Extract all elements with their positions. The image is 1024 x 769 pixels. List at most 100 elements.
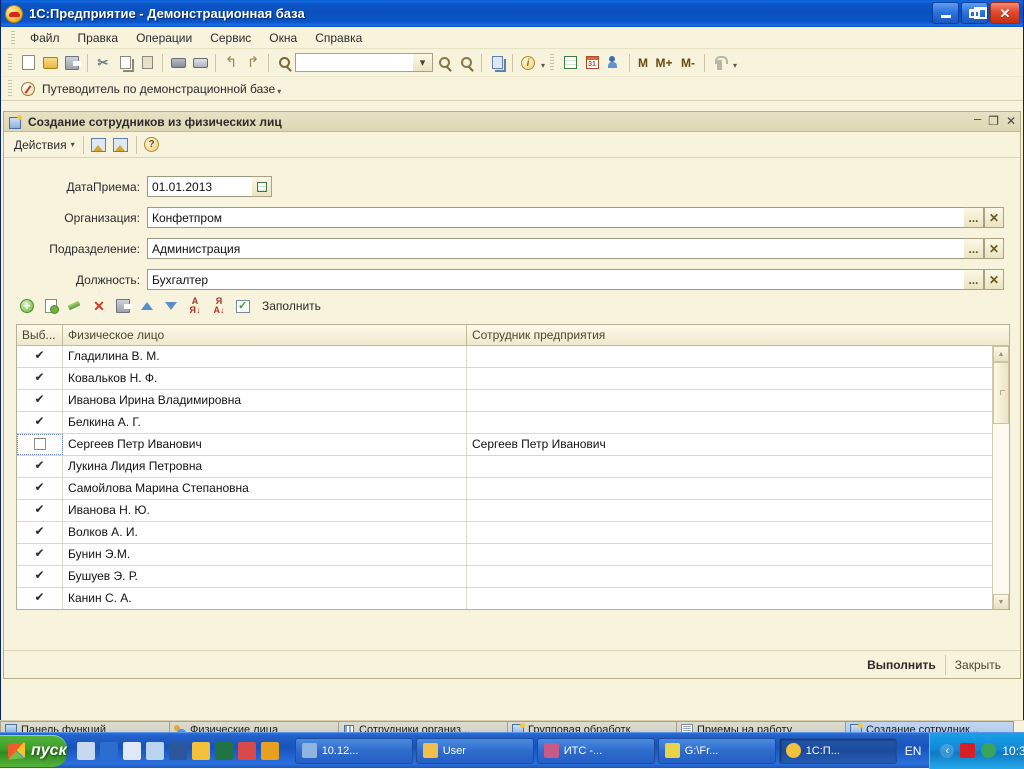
cell-person[interactable]: Иванова Ирина Владимировна [63, 390, 467, 411]
copy-row-icon[interactable] [40, 295, 62, 317]
guide-label[interactable]: Путеводитель по демонстрационной базе [42, 82, 275, 96]
menu-edit[interactable]: Правка [69, 29, 128, 47]
search-input[interactable] [295, 53, 413, 72]
compass-icon[interactable] [17, 78, 39, 100]
scrollbar-thumb[interactable] [993, 362, 1009, 424]
kaspersky-icon[interactable] [960, 743, 975, 758]
info-dropdown-caret[interactable]: ▾ [541, 61, 545, 70]
start-button[interactable]: пуск [0, 735, 67, 767]
actions-menu-button[interactable]: Действия ▾ [10, 136, 79, 154]
cell-person[interactable]: Самойлова Марина Степановна [63, 478, 467, 499]
wrench-icon[interactable] [709, 52, 731, 74]
maximize-restore-button[interactable] [961, 2, 988, 24]
undo-icon[interactable]: ↰ [220, 52, 242, 74]
taskbar-task[interactable]: 1С:П... [779, 738, 897, 764]
sort-desc-icon[interactable]: ЯА↓ [208, 295, 230, 317]
cell-employee[interactable] [467, 456, 992, 477]
table-row[interactable]: ✔Иванова Н. Ю. [17, 500, 992, 522]
copy-icon[interactable] [114, 52, 136, 74]
row-select-checkbox[interactable]: ✔ [17, 544, 63, 565]
position-select-button[interactable]: ... [964, 269, 984, 290]
export-icon[interactable] [110, 134, 132, 156]
execute-button[interactable]: Выполнить [858, 655, 945, 675]
organization-select-button[interactable]: ... [964, 207, 984, 228]
toolbar-grip[interactable] [8, 54, 12, 72]
language-indicator[interactable]: EN [897, 744, 930, 758]
windows-icon[interactable] [486, 52, 508, 74]
quicklaunch-desktop-icon[interactable] [77, 742, 95, 760]
menu-windows[interactable]: Окна [260, 29, 306, 47]
tray-clock[interactable]: 10:35 [1002, 744, 1024, 758]
calendar-icon[interactable]: 31 [581, 52, 603, 74]
cell-employee[interactable] [467, 544, 992, 565]
quicklaunch-word-icon[interactable] [169, 742, 187, 760]
cell-person[interactable]: Белкина А. Г. [63, 412, 467, 433]
memory-m-button[interactable]: M [634, 52, 652, 74]
cell-employee[interactable]: Сергеев Петр Иванович [467, 434, 992, 455]
mdi-restore-button[interactable]: ❐ [988, 113, 999, 129]
quicklaunch-excel-icon[interactable] [215, 742, 233, 760]
search-icon[interactable] [273, 52, 295, 74]
quicklaunch-paint-icon[interactable] [146, 742, 164, 760]
taskbar-task[interactable]: User [416, 738, 534, 764]
table-row[interactable]: ✔Самойлова Марина Степановна [17, 478, 992, 500]
info-icon[interactable]: i [517, 52, 539, 74]
row-select-checkbox[interactable]: ✔ [17, 412, 63, 433]
cell-person[interactable]: Сергеев Петр Иванович [63, 434, 467, 455]
grid-vertical-scrollbar[interactable]: ▲ ▼ [992, 346, 1009, 610]
redo-icon[interactable]: ↱ [242, 52, 264, 74]
department-clear-button[interactable]: ✕ [984, 238, 1004, 259]
cell-employee[interactable] [467, 478, 992, 499]
grid-header-employee[interactable]: Сотрудник предприятия [467, 325, 992, 345]
cell-employee[interactable] [467, 412, 992, 433]
find-prev-icon[interactable] [455, 52, 477, 74]
table-row[interactable]: ✔Гладилина В. М. [17, 346, 992, 368]
menu-grip[interactable] [11, 31, 15, 45]
toolbar-grip[interactable] [550, 54, 554, 72]
edit-icon[interactable] [64, 295, 86, 317]
cell-person[interactable]: Иванова Н. Ю. [63, 500, 467, 521]
table-row[interactable]: ✔Бунин Э.М. [17, 544, 992, 566]
import-icon[interactable] [88, 134, 110, 156]
row-select-checkbox[interactable] [17, 434, 63, 455]
taskbar-task[interactable]: G:\Fr... [658, 738, 776, 764]
cell-employee[interactable] [467, 588, 992, 609]
memory-plus-button[interactable]: M+ [652, 52, 676, 74]
add-icon[interactable]: + [16, 295, 38, 317]
wrench-dropdown-caret[interactable]: ▾ [733, 61, 737, 70]
new-icon[interactable] [17, 52, 39, 74]
row-select-checkbox[interactable]: ✔ [17, 368, 63, 389]
memory-minus-button[interactable]: M- [676, 52, 700, 74]
sort-asc-icon[interactable]: АЯ↓ [184, 295, 206, 317]
department-input[interactable] [147, 238, 964, 259]
taskbar-task[interactable]: 10.12... [295, 738, 413, 764]
organization-clear-button[interactable]: ✕ [984, 207, 1004, 228]
organization-input[interactable] [147, 207, 964, 228]
quicklaunch-1c-icon[interactable] [192, 742, 210, 760]
fill-label[interactable]: Заполнить [262, 299, 321, 313]
row-select-checkbox[interactable]: ✔ [17, 478, 63, 499]
row-select-checkbox[interactable]: ✔ [17, 566, 63, 587]
grid-header-person[interactable]: Физическое лицо [63, 325, 467, 345]
cell-person[interactable]: Волков А. И. [63, 522, 467, 543]
cell-person[interactable]: Ковальков Н. Ф. [63, 368, 467, 389]
cell-person[interactable]: Бунин Э.М. [63, 544, 467, 565]
print-preview-icon[interactable] [189, 52, 211, 74]
cell-person[interactable]: Гладилина В. М. [63, 346, 467, 367]
quicklaunch-ie-icon[interactable] [100, 742, 118, 760]
menu-service[interactable]: Сервис [201, 29, 260, 47]
network-icon[interactable] [981, 743, 996, 758]
table-row[interactable]: ✔Канин С. А. [17, 588, 992, 610]
cell-person[interactable]: Бушуев Э. Р. [63, 566, 467, 587]
minimize-button[interactable] [932, 2, 959, 24]
mdi-close-button[interactable]: ✕ [1006, 113, 1016, 129]
taskbar-task[interactable]: ИТС -... [537, 738, 655, 764]
move-up-icon[interactable] [136, 295, 158, 317]
cell-employee[interactable] [467, 566, 992, 587]
table-row[interactable]: ✔Лукина Лидия Петровна [17, 456, 992, 478]
cell-employee[interactable] [467, 346, 992, 367]
cell-employee[interactable] [467, 500, 992, 521]
row-select-checkbox[interactable]: ✔ [17, 390, 63, 411]
scroll-down-arrow-icon[interactable]: ▼ [993, 594, 1009, 610]
cell-person[interactable]: Канин С. А. [63, 588, 467, 609]
